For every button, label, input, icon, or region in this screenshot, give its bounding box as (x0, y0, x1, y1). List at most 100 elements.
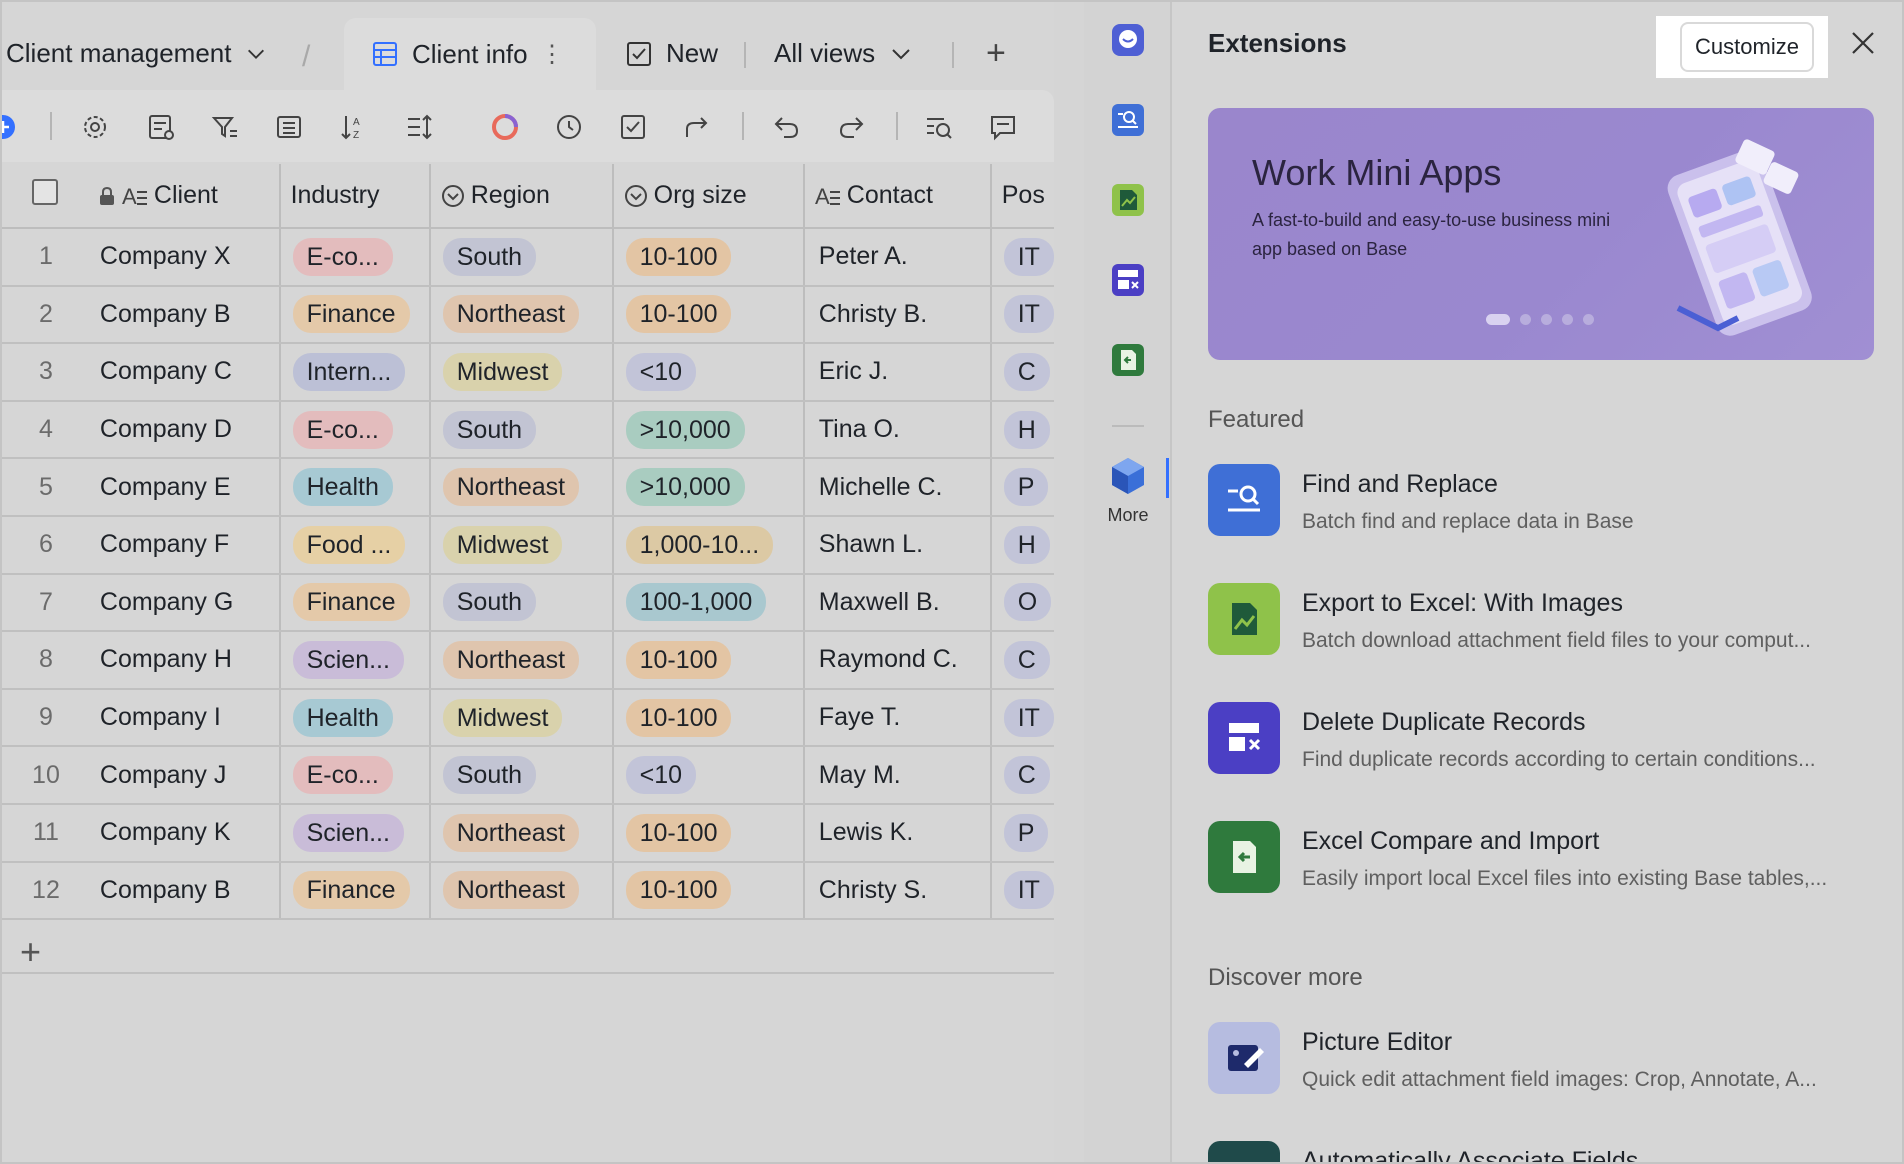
base-name-dropdown[interactable]: Client management (6, 38, 267, 69)
extension-item-picture-editor[interactable]: Picture Editor Quick edit attachment fie… (1208, 1022, 1888, 1102)
carousel-dot[interactable] (1562, 314, 1573, 325)
table-row[interactable]: 5 Company E Health Northeast >10,000 Michelle… (2, 458, 1054, 517)
industry-cell[interactable]: E-co... (279, 746, 431, 805)
client-cell[interactable]: Company G (79, 573, 281, 633)
org-size-cell[interactable]: 10-100 (612, 688, 805, 748)
table-row[interactable]: 7 Company G Finance South 100-1,000 Maxwell B… (2, 573, 1054, 633)
org-size-cell[interactable]: 10-100 (612, 861, 805, 921)
history-icon[interactable] (554, 112, 584, 142)
contact-cell[interactable]: Peter A. (803, 228, 992, 287)
column-header-industry[interactable]: Industry (279, 164, 431, 229)
position-cell[interactable]: H (990, 400, 1054, 460)
table-row[interactable]: 12 Company B Finance Northeast 10-100 Christy… (2, 861, 1054, 921)
more-options-icon[interactable]: ⋮ (540, 40, 564, 69)
color-icon[interactable] (490, 112, 520, 142)
contact-cell[interactable]: Maxwell B. (803, 573, 992, 633)
extension-item-find-replace[interactable]: Find and Replace Batch find and replace … (1208, 464, 1888, 544)
industry-cell[interactable]: Finance (279, 861, 431, 921)
column-header-client[interactable]: A Client (79, 164, 281, 229)
org-size-cell[interactable]: <10 (612, 746, 805, 805)
search-icon[interactable] (924, 112, 954, 142)
column-header-region[interactable]: Region (429, 164, 614, 229)
region-cell[interactable]: Northeast (429, 861, 614, 921)
row-number-cell[interactable]: 6 (2, 515, 80, 575)
extension-item-delete-duplicate[interactable]: Delete Duplicate Records Find duplicate … (1208, 702, 1888, 782)
column-header-org-size[interactable]: Org size (612, 164, 805, 229)
client-cell[interactable]: Company K (79, 803, 281, 863)
comment-icon[interactable] (988, 112, 1018, 142)
contact-cell[interactable]: Tina O. (803, 400, 992, 460)
org-size-cell[interactable]: <10 (612, 343, 805, 402)
share-icon[interactable] (682, 112, 712, 142)
table-row[interactable]: 11 Company K Scien... Northeast 10-100 Lewis … (2, 803, 1054, 863)
org-size-cell[interactable]: 10-100 (612, 803, 805, 863)
row-number-cell[interactable]: 2 (2, 285, 80, 345)
table-row[interactable]: 9 Company I Health Midwest 10-100 Faye T. IT (2, 688, 1054, 748)
industry-cell[interactable]: Food ... (279, 515, 431, 575)
settings-icon[interactable] (80, 112, 110, 142)
table-row[interactable]: 8 Company H Scien... Northeast 10-100 Raymond… (2, 631, 1054, 690)
close-icon[interactable] (1848, 28, 1878, 58)
chat-extension-icon[interactable] (1108, 20, 1148, 60)
client-cell[interactable]: Company B (79, 285, 281, 345)
carousel-dot[interactable] (1520, 314, 1531, 325)
region-cell[interactable]: South (429, 400, 614, 460)
industry-cell[interactable]: E-co... (279, 400, 431, 460)
region-cell[interactable]: South (429, 228, 614, 287)
position-cell[interactable]: IT (990, 285, 1054, 345)
org-size-cell[interactable]: 10-100 (612, 228, 805, 287)
region-cell[interactable]: Northeast (429, 631, 614, 690)
contact-cell[interactable]: Faye T. (803, 688, 992, 748)
find-replace-icon[interactable] (1108, 100, 1148, 140)
region-cell[interactable]: Midwest (429, 343, 614, 402)
export-excel-icon[interactable] (1108, 180, 1148, 220)
table-row[interactable]: 6 Company F Food ... Midwest 1,000-10... Shaw… (2, 515, 1054, 575)
filter-icon[interactable] (210, 112, 240, 142)
extension-item-associate-fields[interactable]: Automatically Associate Fields (1208, 1141, 1888, 1162)
more-extensions-icon[interactable] (1108, 456, 1148, 496)
row-number-cell[interactable]: 3 (2, 343, 80, 402)
undo-icon[interactable] (772, 112, 802, 142)
add-row-button[interactable]: + (20, 934, 41, 970)
add-record-icon[interactable] (2, 112, 18, 142)
position-cell[interactable]: IT (990, 688, 1054, 748)
row-number-cell[interactable]: 1 (2, 228, 80, 287)
client-cell[interactable]: Company D (79, 400, 281, 460)
industry-cell[interactable]: Health (279, 688, 431, 748)
table-row[interactable]: 2 Company B Finance Northeast 10-100 Christy … (2, 285, 1054, 345)
contact-cell[interactable]: May M. (803, 746, 992, 805)
org-size-cell[interactable]: >10,000 (612, 400, 805, 460)
client-cell[interactable]: Company F (79, 515, 281, 575)
add-view-button[interactable]: + (986, 36, 1006, 70)
more-label[interactable]: More (1084, 505, 1172, 526)
org-size-cell[interactable]: 1,000-10... (612, 515, 805, 575)
industry-cell[interactable]: Intern... (279, 343, 431, 402)
industry-cell[interactable]: Health (279, 458, 431, 517)
org-size-cell[interactable]: 10-100 (612, 631, 805, 690)
carousel-dot[interactable] (1541, 314, 1552, 325)
region-cell[interactable]: Northeast (429, 458, 614, 517)
carousel-dot[interactable] (1486, 314, 1510, 325)
position-cell[interactable]: IT (990, 861, 1054, 921)
row-number-cell[interactable]: 8 (2, 631, 80, 690)
industry-cell[interactable]: Scien... (279, 631, 431, 690)
client-cell[interactable]: Company B (79, 861, 281, 921)
region-cell[interactable]: Northeast (429, 803, 614, 863)
org-size-cell[interactable]: 10-100 (612, 285, 805, 345)
tab-new[interactable]: New (626, 38, 718, 69)
form-check-icon[interactable] (618, 112, 648, 142)
contact-cell[interactable]: Eric J. (803, 343, 992, 402)
client-cell[interactable]: Company J (79, 746, 281, 805)
client-cell[interactable]: Company I (79, 688, 281, 748)
contact-cell[interactable]: Lewis K. (803, 803, 992, 863)
row-number-cell[interactable]: 7 (2, 573, 80, 633)
row-number-cell[interactable]: 11 (2, 803, 80, 863)
position-cell[interactable]: IT (990, 228, 1054, 287)
industry-cell[interactable]: Finance (279, 573, 431, 633)
row-number-cell[interactable]: 10 (2, 746, 80, 805)
work-mini-apps-banner[interactable]: Work Mini Apps A fast-to-build and easy-… (1208, 108, 1874, 360)
row-number-cell[interactable]: 9 (2, 688, 80, 748)
extension-item-excel-import[interactable]: Excel Compare and Import Easily import l… (1208, 821, 1888, 901)
group-icon[interactable] (274, 112, 304, 142)
row-number-cell[interactable]: 5 (2, 458, 80, 517)
